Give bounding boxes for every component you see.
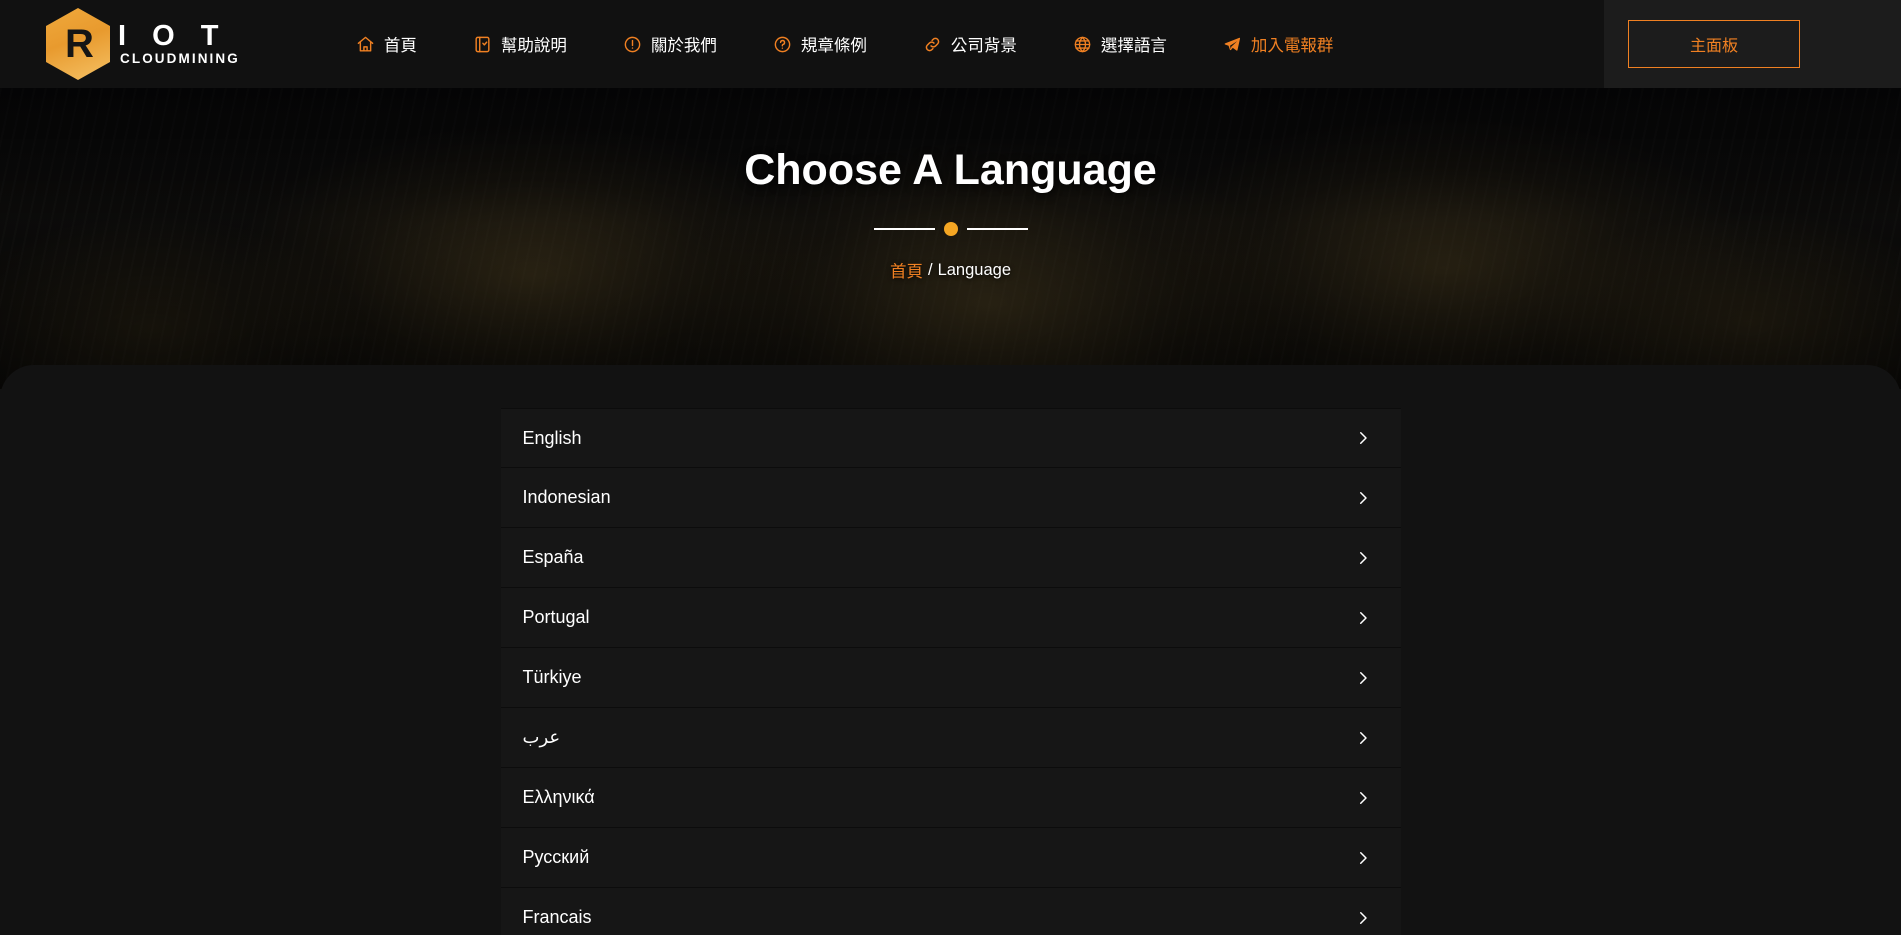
chevron-right-icon[interactable] [1354, 609, 1372, 627]
language-list-item[interactable]: Indonesian [501, 468, 1401, 528]
home-icon [356, 35, 375, 54]
breadcrumb: 首頁 / Language [890, 258, 1011, 282]
site-header: R I O T CLOUDMINING 首頁 幫助說明 關於我們 [0, 0, 1901, 88]
chevron-right-icon[interactable] [1354, 549, 1372, 567]
telegram-send-icon [1223, 35, 1242, 54]
language-name: Indonesian [523, 487, 611, 508]
hero-banner: Choose A Language 首頁 / Language [0, 88, 1901, 389]
nav-item-choose-language[interactable]: 選擇語言 [1045, 0, 1195, 88]
brand-tagline: CLOUDMINING [120, 52, 240, 67]
nav-item-label: 首頁 [384, 32, 417, 56]
brand-text: I O T CLOUDMINING [118, 21, 240, 67]
chevron-right-icon[interactable] [1354, 789, 1372, 807]
nav-item-home[interactable]: 首頁 [328, 0, 445, 88]
language-list-item[interactable]: Francais [501, 888, 1401, 935]
brand-hex-letter: R [65, 24, 93, 64]
info-circle-icon [623, 35, 642, 54]
divider-dot-icon [944, 222, 958, 236]
language-list-item[interactable]: عرب [501, 708, 1401, 768]
chevron-right-icon[interactable] [1354, 909, 1372, 927]
chevron-right-icon[interactable] [1354, 669, 1372, 687]
page-title: Choose A Language [744, 146, 1157, 195]
nav-item-join-telegram[interactable]: 加入電報群 [1195, 0, 1362, 88]
language-name: Francais [523, 907, 592, 928]
riot-hexagon-logo-icon: R [46, 8, 110, 80]
chevron-right-icon[interactable] [1354, 489, 1372, 507]
question-circle-icon [773, 35, 792, 54]
breadcrumb-separator: / [928, 261, 933, 280]
title-divider [874, 222, 1028, 236]
globe-icon [1073, 35, 1092, 54]
main-content: English Indonesian España Portugal Türki… [0, 365, 1901, 935]
language-list-item[interactable]: English [501, 408, 1401, 468]
nav-item-company-background[interactable]: 公司背景 [895, 0, 1045, 88]
language-list-item[interactable]: Ελληνικά [501, 768, 1401, 828]
nav-item-label: 公司背景 [951, 32, 1017, 56]
divider-line-left [874, 228, 935, 230]
nav-item-rules[interactable]: 規章條例 [745, 0, 895, 88]
chevron-right-icon[interactable] [1354, 429, 1372, 447]
breadcrumb-current: Language [938, 261, 1011, 280]
hero-content: Choose A Language 首頁 / Language [0, 88, 1901, 389]
language-name: Türkiye [523, 667, 582, 688]
divider-line-right [967, 228, 1028, 230]
main-panel-button[interactable]: 主面板 [1628, 20, 1800, 68]
chevron-right-icon[interactable] [1354, 849, 1372, 867]
language-list-item[interactable]: Türkiye [501, 648, 1401, 708]
language-name: عرب [523, 727, 561, 748]
main-navigation: 首頁 幫助說明 關於我們 規章條例 公司背景 [328, 0, 1604, 88]
nav-item-help[interactable]: 幫助說明 [445, 0, 595, 88]
nav-item-label: 加入電報群 [1251, 32, 1334, 56]
language-name: Ελληνικά [523, 787, 595, 808]
nav-item-label: 規章條例 [801, 32, 867, 56]
link-icon [923, 35, 942, 54]
language-name: Русский [523, 847, 590, 868]
chevron-right-icon[interactable] [1354, 729, 1372, 747]
brand-logo[interactable]: R I O T CLOUDMINING [46, 8, 240, 80]
language-name: España [523, 547, 584, 568]
nav-item-label: 幫助說明 [501, 32, 567, 56]
nav-item-label: 關於我們 [651, 32, 717, 56]
help-document-icon [473, 35, 492, 54]
brand-name: I O T [118, 21, 240, 51]
breadcrumb-home-link[interactable]: 首頁 [890, 258, 923, 282]
language-list-item[interactable]: España [501, 528, 1401, 588]
language-list-item[interactable]: Русский [501, 828, 1401, 888]
header-right: 主面板 [1604, 0, 1901, 88]
nav-item-about[interactable]: 關於我們 [595, 0, 745, 88]
language-list-item[interactable]: Portugal [501, 588, 1401, 648]
language-list: English Indonesian España Portugal Türki… [501, 408, 1401, 935]
language-name: Portugal [523, 607, 590, 628]
nav-item-label: 選擇語言 [1101, 32, 1167, 56]
panel-button-container: 主面板 [1604, 0, 1901, 88]
language-name: English [523, 428, 582, 449]
